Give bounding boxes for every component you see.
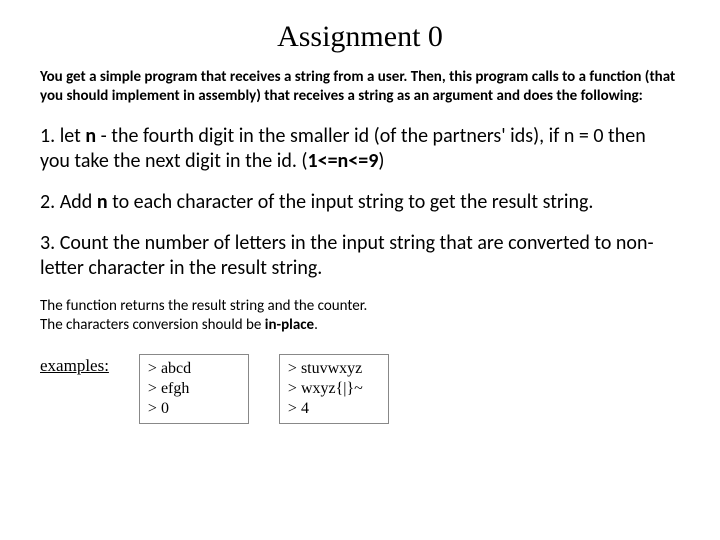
examples-section: examples: > abcd > efgh > 0 > stuvwxyz >… <box>40 354 680 424</box>
step-2: 2. Add n to each character of the input … <box>40 190 680 215</box>
step-1: 1. let n - the fourth digit in the small… <box>40 124 680 174</box>
example-2-output: > wxyz{|}~ <box>288 379 378 399</box>
footnote-line1: The function returns the result string a… <box>40 297 367 315</box>
step-2-text-post: to each character of the input string to… <box>108 190 594 214</box>
footnote-inplace: in-place <box>265 316 314 334</box>
step-1-text-pre: 1. let <box>40 124 85 148</box>
step-1-n: n <box>85 124 96 148</box>
intro-paragraph: You get a simple program that receives a… <box>40 68 680 106</box>
footnote-line2-post: . <box>314 316 318 334</box>
example-2-count: > 4 <box>288 399 378 419</box>
example-1-output: > efgh <box>148 379 238 399</box>
example-1-input: > abcd <box>148 359 238 379</box>
step-2-n: n <box>97 190 108 214</box>
footnote: The function returns the result string a… <box>40 297 680 336</box>
page-title: Assignment 0 <box>40 20 680 54</box>
example-2-input: > stuvwxyz <box>288 359 378 379</box>
example-box-1: > abcd > efgh > 0 <box>139 354 249 424</box>
step-1-range: 1<=n<=9 <box>307 149 378 173</box>
examples-label: examples: <box>40 354 109 376</box>
slide-content: Assignment 0 You get a simple program th… <box>0 0 720 464</box>
step-1-text-post: ) <box>378 149 384 173</box>
example-1-count: > 0 <box>148 399 238 419</box>
footnote-line2-pre: The characters conversion should be <box>40 316 265 334</box>
step-3: 3. Count the number of letters in the in… <box>40 231 680 281</box>
step-2-text-pre: 2. Add <box>40 190 97 214</box>
example-box-2: > stuvwxyz > wxyz{|}~ > 4 <box>279 354 389 424</box>
